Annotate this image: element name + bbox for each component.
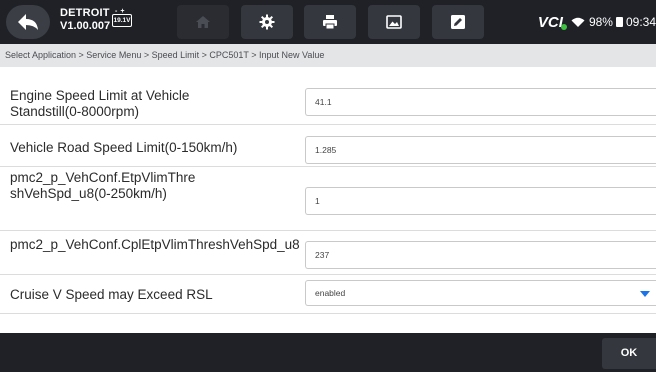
parameter-row: pmc2_p_VehConf.EtpVlimThreshVehSpd_u8(0-… [0, 167, 656, 231]
parameter-label: Vehicle Road Speed Limit(0-150km/h) [10, 140, 238, 155]
wifi-icon [571, 17, 585, 27]
screenshot-button[interactable] [368, 5, 420, 39]
back-arrow-icon [18, 14, 38, 30]
print-icon [323, 15, 337, 30]
parameter-label: Cruise V Speed may Exceed RSL [10, 287, 213, 302]
breadcrumb: Select Application > Service Menu > Spee… [0, 44, 656, 67]
vci-indicator: VCI [537, 13, 567, 31]
vci-label: VCI [537, 13, 563, 31]
status-area: VCI 98% 09:34 [538, 0, 656, 44]
ok-button[interactable]: OK [602, 338, 656, 369]
vehicle-make: DETROIT [60, 7, 110, 19]
image-icon [386, 15, 402, 29]
home-button[interactable] [177, 5, 229, 39]
print-button[interactable] [304, 5, 356, 39]
parameter-label: pmc2_p_VehConf.EtpVlimThreshVehSpd_u8(0-… [10, 170, 196, 201]
parameter-label: pmc2_p_VehConf.CplEtpVlimThreshVehSpd_u8 [10, 237, 300, 252]
parameter-row: Engine Speed Limit at Vehicle Standstill… [0, 78, 656, 125]
dropdown-arrow-icon[interactable] [640, 291, 650, 297]
vci-connected-dot [560, 23, 567, 30]
road-speed-limit-input[interactable]: 1.285 [305, 136, 656, 164]
parameter-row: Vehicle Road Speed Limit(0-150km/h) 1.28… [0, 125, 656, 167]
vehicle-info: DETROIT V1.00.007 [60, 7, 110, 33]
edit-button[interactable] [432, 5, 484, 39]
parameter-row: Cruise V Speed may Exceed RSL enabled [0, 275, 656, 314]
battery-icon [615, 17, 623, 27]
back-button[interactable] [6, 5, 50, 39]
threshold-speed-input[interactable]: 1 [305, 187, 656, 215]
parameter-label: Engine Speed Limit at Vehicle Standstill… [10, 88, 190, 119]
cpl-threshold-speed-input[interactable]: 237 [305, 241, 656, 269]
cruise-speed-select[interactable]: enabled [305, 280, 656, 306]
battery-percent: 98% [588, 15, 613, 29]
parameter-row: pmc2_p_VehConf.CplEtpVlimThreshVehSpd_u8… [0, 231, 656, 275]
software-version: V1.00.007 [60, 20, 111, 32]
gear-icon [259, 14, 275, 30]
home-icon [196, 16, 210, 28]
edit-icon [451, 15, 465, 29]
engine-speed-limit-input[interactable]: 41.1 [305, 88, 656, 116]
settings-button[interactable] [241, 5, 293, 39]
clock: 09:34 [625, 15, 656, 29]
bottom-bar: OK [0, 333, 656, 372]
voltage-badge: 19.1V [112, 14, 132, 27]
cruise-speed-selected-value: enabled [315, 288, 346, 298]
top-bar: DETROIT V1.00.007 -+ 19.1V VCI 98% 09:34 [0, 0, 656, 44]
